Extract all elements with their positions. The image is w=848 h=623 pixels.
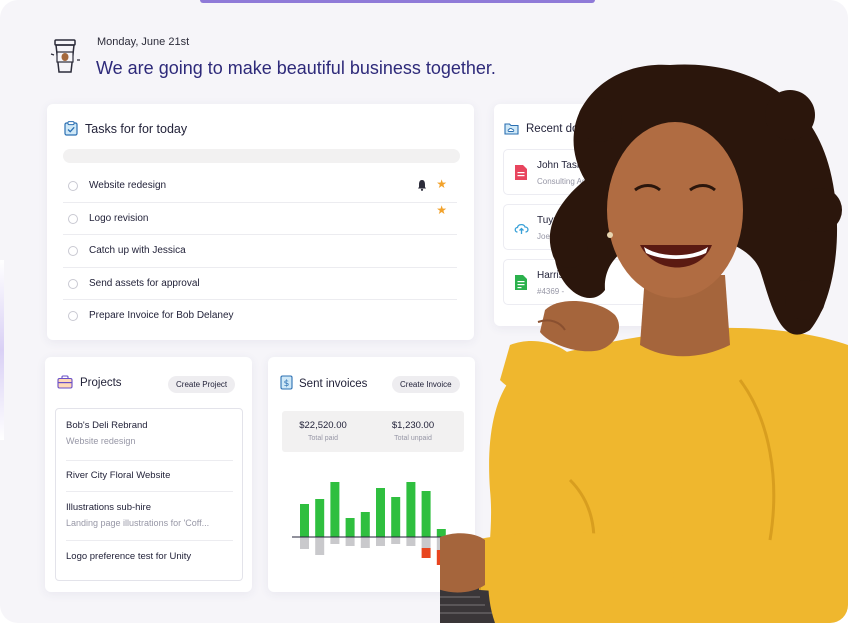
chart-bar <box>421 491 431 537</box>
task-checkbox[interactable] <box>68 213 78 224</box>
chart-bar <box>376 537 385 546</box>
project-name: Logo preference test for Unity <box>66 551 192 562</box>
create-project-button[interactable]: Create Project <box>168 376 236 393</box>
tasks-title: Tasks for for today <box>85 122 188 136</box>
project-name: River City Floral Website <box>66 470 171 481</box>
task-row[interactable]: Catch up with Jessica <box>63 235 457 268</box>
project-list: Bob's Deli Rebrand Website redesign Rive… <box>55 408 243 581</box>
total-unpaid: $1,230.00 Total unpaid <box>378 420 448 442</box>
task-row[interactable]: Logo revision ★ <box>63 203 457 235</box>
project-name: Bob's Deli Rebrand <box>66 420 148 431</box>
briefcase-icon <box>57 375 73 389</box>
project-subtitle: Landing page illustrations for 'Coff... <box>66 518 210 528</box>
chart-bar <box>300 537 309 549</box>
task-checkbox[interactable] <box>68 278 78 289</box>
tasks-card: Tasks for for today Website redesign ★ L… <box>47 104 474 340</box>
svg-text:$: $ <box>284 379 290 389</box>
projects-title: Projects <box>80 377 122 389</box>
total-unpaid-label: Total unpaid <box>394 435 432 442</box>
total-paid-value: $22,520.00 <box>299 420 347 431</box>
chart-bar <box>376 488 385 537</box>
task-checkbox[interactable] <box>68 311 78 321</box>
date-label: Monday, June 21st <box>97 36 190 48</box>
chart-bar <box>300 504 309 537</box>
project-name: Illustrations sub-hire <box>66 502 152 513</box>
bell-icon[interactable] <box>417 179 427 191</box>
project-item[interactable]: Bob's Deli Rebrand Website redesign <box>66 420 233 461</box>
task-label: Catch up with Jessica <box>89 245 186 256</box>
project-item[interactable]: River City Floral Website <box>66 470 233 492</box>
task-search-bar[interactable] <box>63 149 460 163</box>
coffee-cup-icon <box>50 39 80 73</box>
smiling-woman-photo <box>440 64 848 623</box>
task-list: Website redesign ★ Logo revision ★ Catch… <box>63 170 457 333</box>
top-accent-bar <box>200 0 595 3</box>
dashboard-stage: Monday, June 21st We are going to make b… <box>0 0 848 623</box>
task-label: Website redesign <box>89 180 167 191</box>
task-label: Prepare Invoice for Bob Delaney <box>89 310 234 321</box>
chart-bar <box>391 537 401 544</box>
chart-bar <box>421 548 431 558</box>
task-label: Logo revision <box>89 212 149 224</box>
task-row[interactable]: Website redesign ★ <box>63 170 457 203</box>
chart-bar <box>345 537 355 546</box>
welcome-headline: We are going to make beautiful business … <box>96 58 496 78</box>
chart-bar <box>406 537 416 546</box>
task-row[interactable]: Send assets for approval <box>63 268 457 300</box>
chart-bar <box>330 537 340 544</box>
task-label: Send assets for approval <box>89 277 200 289</box>
task-checkbox[interactable] <box>68 246 78 256</box>
chart-bar <box>406 482 416 537</box>
chart-bar <box>345 518 355 537</box>
invoice-dollar-icon: $ <box>280 375 293 390</box>
chart-bar <box>360 512 370 537</box>
project-item[interactable]: Logo preference test for Unity <box>66 551 233 571</box>
project-subtitle: Website redesign <box>66 436 136 446</box>
chart-bar <box>330 482 340 537</box>
invoice-bar-chart <box>292 482 456 565</box>
clipboard-check-icon <box>64 121 78 136</box>
sent-invoices-title: Sent invoices <box>299 378 368 390</box>
task-checkbox[interactable] <box>68 181 78 191</box>
chart-bar <box>360 537 370 548</box>
total-paid-label: Total paid <box>308 435 338 442</box>
chart-bar <box>421 537 431 548</box>
project-item[interactable]: Illustrations sub-hire Landing page illu… <box>66 502 233 541</box>
left-glow <box>0 260 4 440</box>
chart-bar <box>315 499 325 537</box>
task-row[interactable]: Prepare Invoice for Bob Delaney <box>63 300 457 333</box>
projects-card: Projects Create Project Bob's Deli Rebra… <box>45 357 252 592</box>
chart-bar <box>315 537 325 555</box>
total-unpaid-value: $1,230.00 <box>391 420 435 431</box>
chart-bar <box>391 497 401 537</box>
invoice-totals: $22,520.00 Total paid $1,230.00 Total un… <box>282 411 464 452</box>
total-paid: $22,520.00 Total paid <box>288 420 358 442</box>
